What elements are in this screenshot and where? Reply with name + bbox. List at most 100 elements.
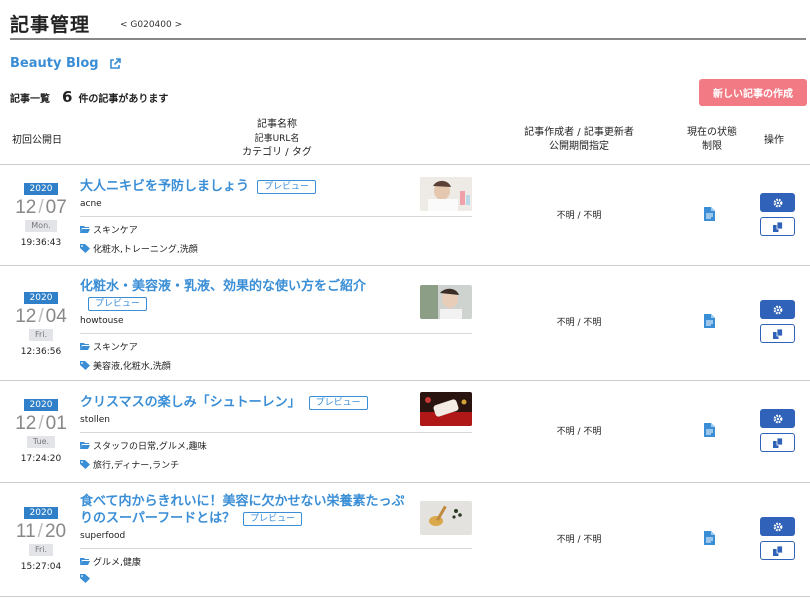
article-title[interactable]: 大人ニキビを予防しましょう プレビュー <box>80 178 472 195</box>
day: 01 <box>45 413 67 434</box>
page-header: 記事管理 < G020400 > <box>10 10 806 40</box>
copy-icon <box>772 328 783 339</box>
copy-button[interactable] <box>760 217 795 236</box>
create-article-button[interactable]: 新しい記事の作成 <box>699 79 807 106</box>
author-updater: 不明 / 不明 <box>556 427 602 437</box>
article-count-suffix: 件の記事があります <box>78 94 169 105</box>
weekday-badge: Fri. <box>28 329 54 341</box>
tags-text: 美容液,化粧水,洗顔 <box>93 362 171 372</box>
copy-icon <box>772 437 783 448</box>
article-title-text[interactable]: クリスマスの楽しみ「シュトーレン」 <box>80 395 301 410</box>
column-article-url: 記事URL名 <box>254 134 300 144</box>
page-title: 記事管理 <box>10 14 91 36</box>
year-badge: 2020 <box>23 292 59 304</box>
article-title[interactable]: 食べて内からきれいに！美容に欠かせない栄養素たっぷりのスーパーフードとは？ プレビ… <box>80 493 408 527</box>
date-cell: 2020 12/07 Mon. 19:36:43 <box>14 181 68 248</box>
article-divider <box>80 333 472 334</box>
blog-name[interactable]: Beauty Blog <box>10 56 99 71</box>
article-slug: superfood <box>80 531 126 541</box>
tag-icon <box>80 361 90 370</box>
article-title-text[interactable]: 化粧水・美容液・乳液、効果的な使い方をご紹介 <box>80 279 366 294</box>
settings-button[interactable] <box>760 300 795 319</box>
month: 12 <box>15 306 37 327</box>
article-divider <box>80 432 472 433</box>
settings-button[interactable] <box>760 193 795 212</box>
column-status-line1: 現在の状態 <box>687 127 737 138</box>
author-updater: 不明 / 不明 <box>556 211 602 221</box>
tags-text: 化粧水,トレーニング,洗顔 <box>93 245 198 255</box>
weekday-badge: Fri. <box>28 544 54 556</box>
article-thumbnail[interactable] <box>420 501 472 535</box>
article-thumbnail[interactable] <box>420 177 472 211</box>
document-icon[interactable] <box>704 207 715 221</box>
year-badge: 2020 <box>23 183 59 195</box>
preview-button[interactable]: プレビュー <box>257 179 317 194</box>
article-thumbnail[interactable] <box>420 392 472 426</box>
column-operations: 操作 <box>764 135 784 146</box>
table-row: 2020 12/04 Fri. 12:36:56 化粧水・美容液・乳液、効果的な… <box>0 266 810 381</box>
article-title[interactable]: クリスマスの楽しみ「シュトーレン」 プレビュー <box>80 394 472 411</box>
article-tags: 美容液,化粧水,洗顔 <box>80 359 472 372</box>
article-count: 6 <box>62 88 73 106</box>
article-tags: 化粧水,トレーニング,洗顔 <box>80 242 472 255</box>
date-cell: 2020 12/04 Fri. 12:36:56 <box>14 290 68 357</box>
article-divider <box>80 216 472 217</box>
month: 12 <box>15 413 37 434</box>
article-tags: 旅行,ディナー,ランチ <box>80 458 472 471</box>
gear-icon <box>773 198 782 207</box>
article-slug: howtouse <box>80 316 124 326</box>
folder-open-icon <box>80 442 90 449</box>
preview-button[interactable]: プレビュー <box>308 395 368 410</box>
list-label: 記事一覧 <box>10 94 50 105</box>
tags-text: 旅行,ディナー,ランチ <box>93 461 180 471</box>
column-author-line2: 公開期間指定 <box>549 141 609 152</box>
publish-time: 17:24:20 <box>20 454 62 464</box>
column-article-name: 記事名称 <box>257 119 297 130</box>
weekday-badge: Mon. <box>25 220 57 232</box>
article-slug: stollen <box>80 415 110 425</box>
copy-button[interactable] <box>760 541 795 560</box>
weekday-badge: Tue. <box>26 436 56 448</box>
month: 11 <box>15 521 36 542</box>
list-heading: 記事一覧 6 件の記事があります <box>10 88 168 106</box>
document-icon[interactable] <box>704 531 715 545</box>
preview-button[interactable]: プレビュー <box>88 296 148 311</box>
column-author-line1: 記事作成者 / 記事更新者 <box>524 127 634 138</box>
document-icon[interactable] <box>704 423 715 437</box>
category-text: スキンケア <box>93 343 138 353</box>
blog-link[interactable]: Beauty Blog <box>10 56 121 71</box>
settings-button[interactable] <box>760 409 795 428</box>
author-updater: 不明 / 不明 <box>556 535 602 545</box>
month-day: 12/07 <box>15 197 67 218</box>
article-title-text[interactable]: 大人ニキビを予防しましょう <box>80 179 249 194</box>
column-author: 記事作成者 / 記事更新者 公開期間指定 <box>518 126 640 154</box>
gear-icon <box>773 305 782 314</box>
settings-button[interactable] <box>760 517 795 536</box>
preview-button[interactable]: プレビュー <box>243 511 303 526</box>
date-cell: 2020 11/20 Fri. 15:27:04 <box>14 505 68 572</box>
publish-time: 12:36:56 <box>20 347 62 357</box>
external-link-icon[interactable] <box>109 57 121 70</box>
day: 07 <box>45 197 67 218</box>
article-info: 化粧水・美容液・乳液、効果的な使い方をご紹介プレビュー howtouse スキン… <box>80 278 472 372</box>
column-status-line2: 制限 <box>702 141 722 152</box>
copy-button[interactable] <box>760 324 795 343</box>
article-category: スキンケア <box>80 223 472 236</box>
article-info: 大人ニキビを予防しましょう プレビュー acne スキンケア 化粧水,トレーニング… <box>80 178 472 255</box>
copy-icon <box>772 545 783 556</box>
publish-time: 19:36:43 <box>20 238 62 248</box>
folder-open-icon <box>80 226 90 233</box>
month-day: 11/20 <box>15 521 67 542</box>
column-article: 記事名称 記事URL名 カテゴリ / タグ <box>236 118 318 160</box>
tag-icon <box>80 244 90 253</box>
document-icon[interactable] <box>704 314 715 328</box>
article-category: スタッフの日常,グルメ,趣味 <box>80 439 472 452</box>
folder-open-icon <box>80 343 90 350</box>
article-thumbnail[interactable] <box>420 285 472 319</box>
year-badge: 2020 <box>23 507 59 519</box>
month-day: 12/04 <box>15 306 67 327</box>
article-title[interactable]: 化粧水・美容液・乳液、効果的な使い方をご紹介プレビュー <box>80 278 380 312</box>
copy-button[interactable] <box>760 433 795 452</box>
gear-icon <box>773 522 782 531</box>
article-info: クリスマスの楽しみ「シュトーレン」 プレビュー stollen スタッフの日常,グ… <box>80 394 472 471</box>
